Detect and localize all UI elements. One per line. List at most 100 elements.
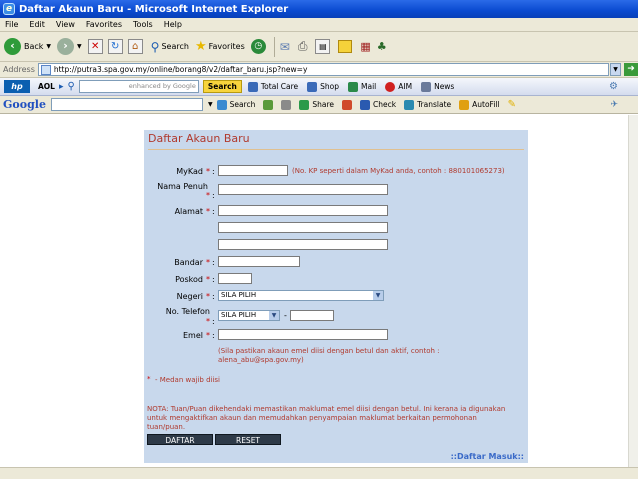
aol-total-care[interactable]: Total Care <box>247 81 298 92</box>
forward-arrow-icon: › <box>57 38 75 55</box>
mykad-label: MyKad <box>176 167 203 176</box>
gear-icon[interactable]: ⚙ <box>609 81 618 92</box>
google-search-button[interactable]: Search <box>216 99 255 110</box>
emel-input[interactable] <box>218 329 388 340</box>
google-check-button[interactable]: Check <box>360 99 396 110</box>
google-translate-button[interactable]: Translate <box>404 99 451 110</box>
reset-button[interactable]: RESET <box>215 434 281 445</box>
ie-icon: e <box>3 3 15 15</box>
telefon-prefix-select[interactable]: SILA PILIH ▼ <box>218 310 280 321</box>
news-icon <box>421 81 432 92</box>
daftar-button[interactable]: DAFTAR <box>147 434 213 445</box>
translate-icon <box>404 99 415 110</box>
print-icon[interactable]: ⎙ <box>298 39 308 54</box>
page-icon <box>40 64 51 75</box>
colon: : <box>212 207 215 216</box>
messenger-icon[interactable]: ♣ <box>377 40 387 53</box>
back-arrow-icon: ‹ <box>4 38 21 55</box>
vertical-scrollbar[interactable] <box>628 115 638 467</box>
toolbar-separator <box>273 36 275 57</box>
title-divider <box>148 149 524 150</box>
menu-file[interactable]: File <box>5 20 18 29</box>
colon: : <box>212 292 215 301</box>
window-title: Daftar Akaun Baru - Microsoft Internet E… <box>19 3 289 15</box>
share-icon <box>299 99 310 110</box>
colon: : <box>212 258 215 267</box>
search-button[interactable]: ⚲ Search <box>151 40 189 54</box>
standard-toolbar: ‹ Back ▼ › ▼ ✕ ↻ ⌂ ⚲ Search ★ Favorites … <box>0 32 638 62</box>
go-arrow-icon[interactable]: ➜ <box>624 63 638 76</box>
aol-news[interactable]: News <box>421 81 454 92</box>
alamat-input-2[interactable] <box>218 222 388 233</box>
nota-text: NOTA: Tuan/Puan dikehendaki memastikan m… <box>147 405 506 431</box>
aol-mail[interactable]: Mail <box>348 81 376 92</box>
popup-blocker-icon[interactable] <box>342 99 352 110</box>
menu-icon[interactable] <box>281 99 292 110</box>
nama-input[interactable] <box>218 184 388 195</box>
address-bar: Address http://putra3.spa.gov.my/online/… <box>0 62 638 78</box>
mykad-input[interactable] <box>218 165 288 176</box>
colon: : <box>212 191 215 200</box>
pagerank-icon[interactable] <box>263 99 274 110</box>
required-mark: * <box>206 191 210 200</box>
research-icon[interactable]: ▦ <box>360 40 370 53</box>
emel-label: Emel <box>183 331 203 340</box>
chevron-down-icon: ▼ <box>77 43 82 50</box>
google-share-button[interactable]: Share <box>299 99 334 110</box>
menu-tools[interactable]: Tools <box>133 20 153 29</box>
menu-help[interactable]: Help <box>164 20 182 29</box>
aol-arrow-icon: ▸ <box>58 81 64 92</box>
folder-icon[interactable] <box>338 40 353 53</box>
required-legend: - Medan wajib diisi <box>155 376 220 384</box>
aol-search-button[interactable]: Search <box>202 80 242 93</box>
aol-search-icon: ⚲ <box>67 81 75 92</box>
bandar-input[interactable] <box>218 256 300 267</box>
menu-edit[interactable]: Edit <box>29 20 45 29</box>
refresh-icon[interactable]: ↻ <box>107 39 123 54</box>
home-icon[interactable]: ⌂ <box>127 39 143 54</box>
google-autofill-button[interactable]: AutoFill <box>459 99 500 110</box>
bandar-label: Bandar <box>174 258 203 267</box>
aol-aim[interactable]: AIM <box>385 81 412 92</box>
menu-favorites[interactable]: Favorites <box>86 20 122 29</box>
highlight-icon[interactable]: ✎ <box>508 99 516 110</box>
colon: : <box>212 167 215 176</box>
required-mark: * <box>206 331 210 340</box>
edit-icon[interactable]: ▤ <box>315 39 331 54</box>
chevron-down-icon: ▼ <box>269 311 279 320</box>
daftar-masuk-link[interactable]: ::Daftar Masuk:: <box>451 452 524 461</box>
wrench-icon[interactable]: ✈ <box>610 100 618 110</box>
back-button[interactable]: ‹ Back ▼ <box>4 38 51 55</box>
colon: : <box>212 317 215 326</box>
menu-view[interactable]: View <box>56 20 75 29</box>
google-toolbar: Google ▼ Search Share Check Translate Au… <box>0 96 638 114</box>
required-mark: * <box>206 317 210 326</box>
alamat-label: Alamat <box>174 207 203 216</box>
google-search-icon <box>216 99 227 110</box>
menu-bar: File Edit View Favorites Tools Help <box>0 18 638 32</box>
chevron-down-icon: ▼ <box>46 43 52 50</box>
alamat-input-3[interactable] <box>218 239 388 250</box>
colon: : <box>212 331 215 340</box>
mail-icon[interactable]: ✉ <box>280 40 290 54</box>
history-icon[interactable]: ◷ <box>250 39 266 54</box>
forward-button[interactable]: › ▼ <box>57 38 82 55</box>
favorites-button[interactable]: ★ Favorites <box>195 39 245 54</box>
required-mark: * <box>206 167 210 176</box>
address-dropdown-icon[interactable]: ▼ <box>610 63 622 76</box>
negeri-select[interactable]: SILA PILIH ▼ <box>218 290 384 301</box>
chevron-down-icon[interactable]: ▼ <box>208 101 213 108</box>
address-input[interactable]: http://putra3.spa.gov.my/online/borang8/… <box>37 63 610 76</box>
aol-search-input[interactable]: enhanced by Google <box>78 80 199 93</box>
google-search-input[interactable] <box>50 98 203 111</box>
stop-icon[interactable]: ✕ <box>87 39 103 54</box>
address-url: http://putra3.spa.gov.my/online/borang8/… <box>53 65 308 74</box>
poskod-input[interactable] <box>218 273 252 284</box>
shop-icon <box>307 81 318 92</box>
required-mark: * <box>206 292 210 301</box>
spellcheck-icon <box>360 99 370 110</box>
telefon-input[interactable] <box>290 310 334 321</box>
aol-shop[interactable]: Shop <box>307 81 339 92</box>
telefon-dash: - <box>284 311 287 320</box>
alamat-input-1[interactable] <box>218 205 388 216</box>
